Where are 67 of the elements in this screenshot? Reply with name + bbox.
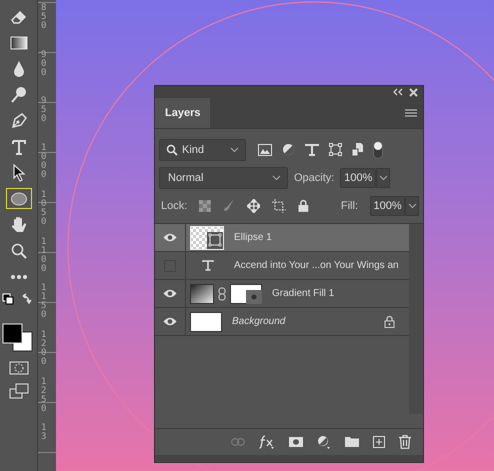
shape-thumbnail-icon [190,226,224,250]
panel-tab[interactable]: Layers [155,98,210,128]
ruler-label: 850 [41,4,48,33]
blank-thumbnail-icon [190,312,222,332]
caret-icon [230,146,239,152]
ellipse-tool-icon[interactable] [6,188,32,209]
opacity-dropdown-button[interactable] [376,168,390,188]
caret-icon [272,174,281,180]
ruler-label: 1250 [41,378,48,416]
ruler-label: 13 [41,424,48,444]
layer-name: Accend into Your ...on Your Wings an [234,260,399,271]
screen-mode-icon[interactable] [8,383,28,399]
layer-name: Ellipse 1 [234,232,272,243]
type-filter-icon[interactable] [305,144,319,156]
caret-icon [378,174,388,180]
add-mask-icon[interactable] [289,437,303,447]
layer-name: Gradient Fill 1 [272,288,334,299]
menu-icon[interactable] [405,109,417,117]
eye-icon[interactable] [163,289,177,298]
ruler-label: 1150 [41,284,48,322]
ruler-label: 1200 [41,330,48,369]
search-icon [166,144,178,156]
caret-icon [408,202,417,208]
layer-row[interactable]: Ellipse 1 [155,224,409,252]
chain-link-icon[interactable] [218,286,226,300]
ruler-label: 1050 [41,190,48,229]
lock-icon[interactable] [298,199,309,212]
eye-icon[interactable] [163,317,177,326]
ruler-label: 1000 [41,144,48,182]
smart-object-filter-icon[interactable] [352,143,363,156]
adjustment-layer-icon[interactable] [317,435,331,449]
close-icon[interactable] [409,88,418,96]
fill-label: Fill: [340,200,358,212]
shape-filter-icon[interactable] [329,143,342,156]
fill-field[interactable]: 100% [370,196,406,216]
gradient-thumbnail-icon [190,284,214,304]
ruler-label: 1100 [41,238,48,276]
new-layer-icon[interactable] [373,436,385,448]
resize-grip[interactable] [155,455,423,462]
opacity-label: Opacity: [294,172,334,184]
layer-name: Background [232,316,286,327]
filter-dropdown[interactable]: Kind [159,138,246,160]
foreground-background-colors-icon[interactable] [2,323,36,353]
trash-icon[interactable] [399,435,411,449]
layer-row[interactable]: Gradient Fill 1 [155,280,409,308]
layer-row[interactable]: Background [155,308,409,336]
collapse-icon[interactable] [393,88,403,96]
type-layer-icon [202,260,214,271]
artboard-icon[interactable] [272,198,286,212]
lock-transparency-icon[interactable] [199,200,212,212]
quick-mask-icon[interactable] [8,361,28,375]
folder-icon[interactable] [345,437,359,447]
eye-icon[interactable] [163,233,177,242]
lock-label: Lock: [161,200,188,212]
scrollbar-track[interactable] [409,224,423,414]
ruler-label: 950 [41,97,48,126]
layer-effects-icon[interactable] [259,435,275,449]
opacity-field[interactable]: 100% [340,168,376,188]
mask-thumbnail-icon [230,284,262,304]
blend-mode-dropdown[interactable]: Normal [159,166,288,188]
layer-row[interactable]: Accend into Your ...on Your Wings an [155,252,409,280]
filter-toggle-icon[interactable] [373,140,383,158]
pixel-layer-filter-icon[interactable] [258,144,272,156]
ruler-label: 900 [41,50,48,80]
move-arrows-icon[interactable] [246,198,260,212]
fill-dropdown-button[interactable] [405,196,419,216]
adjustment-filter-icon[interactable] [282,143,295,156]
